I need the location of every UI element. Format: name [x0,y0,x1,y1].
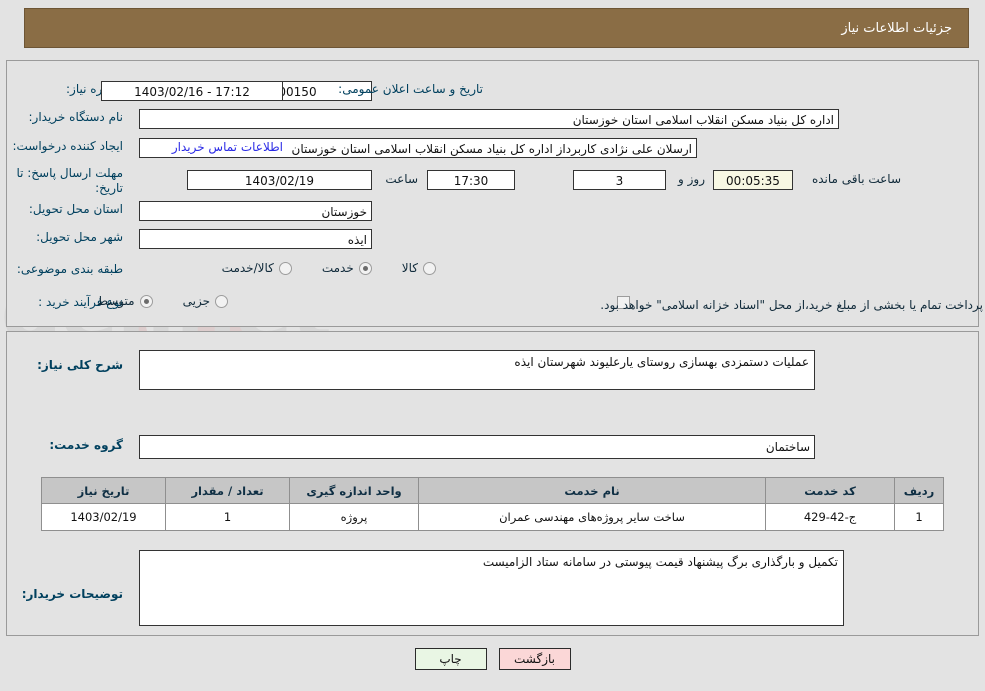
cell-qty: 1 [165,503,290,531]
service-group-value: ساختمان [139,435,815,459]
page-title: جزئیات اطلاعات نیاز [841,20,952,36]
process-option-motavaset[interactable]: متوسط [97,294,153,308]
category-label: طبقه بندی موضوعی: [16,262,123,276]
buyer-contact-link[interactable]: اطلاعات تماس خریدار [172,140,283,154]
remaining-days-label: روز و [678,172,705,186]
deadline-label: مهلت ارسال پاسخ: تا تاریخ: [16,166,123,195]
services-table-wrapper: ردیف کد خدمت نام خدمت واحد اندازه گیری ت… [41,477,944,531]
back-button[interactable]: بازگشت [498,648,571,670]
deadline-time-value: 17:30 [427,170,515,190]
cell-date: 1403/02/19 [41,503,166,531]
deadline-date-value: 1403/02/19 [187,170,372,190]
category-option-khedmat[interactable]: خدمت [322,261,372,275]
buyer-org-value: اداره کل بنیاد مسکن انقلاب اسلامی استان … [139,109,839,129]
city-value: ایذه [139,229,372,249]
remaining-days-value: 3 [573,170,666,190]
process-radio-group: جزیی متوسط [97,294,228,308]
radio-icon[interactable] [139,294,153,308]
cell-name: ساخت سایر پروژه‌های مهندسی عمران [418,503,766,531]
col-unit: واحد اندازه گیری [289,477,419,504]
buyer-org-label: نام دستگاه خریدار: [28,110,124,124]
col-date: تاریخ نیاز [41,477,166,504]
category-radio-group: کالا خدمت کالا/خدمت [222,261,436,275]
table-row: 1 ج-42-429 ساخت سایر پروژه‌های مهندسی عم… [41,503,944,531]
creator-label: ایجاد کننده درخواست: [12,139,123,153]
table-header-row: ردیف کد خدمت نام خدمت واحد اندازه گیری ت… [41,477,944,504]
province-label: استان محل تحویل: [28,202,123,216]
remaining-countdown: 00:05:35 [713,170,793,190]
service-group-label: گروه خدمت: [49,438,123,452]
category-option-kala[interactable]: کالا [402,261,436,275]
page-header: جزئیات اطلاعات نیاز [24,8,969,48]
cell-radif: 1 [894,503,944,531]
radio-icon[interactable] [358,261,372,275]
print-button[interactable]: چاپ [414,648,487,670]
deadline-time-label: ساعت [385,172,418,186]
radio-icon[interactable] [423,261,436,275]
summary-textarea[interactable] [139,350,815,390]
remaining-suffix-label: ساعت باقی مانده [811,172,901,186]
announcement-label: تاریخ و ساعت اعلان عمومی: [338,82,483,96]
cell-code: ج-42-429 [765,503,895,531]
city-label: شهر محل تحویل: [36,230,123,244]
announcement-value: 17:12 - 1403/02/16 [101,81,283,101]
col-code: کد خدمت [765,477,895,504]
process-option-jozii[interactable]: جزیی [183,294,228,308]
action-buttons: بازگشت چاپ [0,648,985,670]
radio-icon[interactable] [278,261,292,275]
province-value: خوزستان [139,201,372,221]
treasury-bonds-label: پرداخت تمام یا بخشی از مبلغ خرید،از محل … [600,298,983,312]
category-option-kala-khedmat[interactable]: کالا/خدمت [222,261,292,275]
buyer-notes-textarea[interactable] [139,550,844,626]
summary-label: شرح کلی نیاز: [37,358,123,372]
cell-unit: پروژه [289,503,419,531]
col-qty: تعداد / مقدار [165,477,290,504]
services-table: ردیف کد خدمت نام خدمت واحد اندازه گیری ت… [41,477,944,531]
radio-icon[interactable] [215,294,228,308]
buyer-notes-label: توضیحات خریدار: [21,587,123,601]
col-radif: ردیف [894,477,944,504]
col-name: نام خدمت [418,477,766,504]
